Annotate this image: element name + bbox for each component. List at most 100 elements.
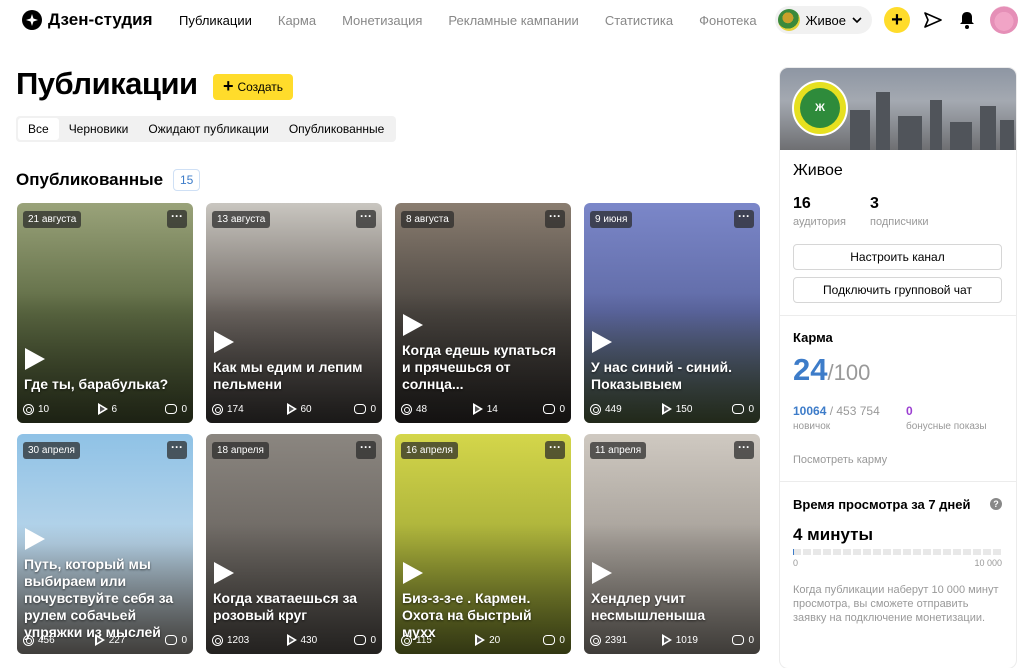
channel-avatar: [778, 9, 800, 31]
comments-count: 0: [370, 404, 376, 415]
nav-item-publications[interactable]: Публикации: [179, 13, 252, 28]
play-icon[interactable]: [592, 562, 612, 584]
more-options-button[interactable]: ···: [167, 441, 187, 459]
create-button[interactable]: + Создать: [213, 74, 293, 100]
more-options-button[interactable]: ···: [167, 210, 187, 228]
publication-card[interactable]: 16 апреля···Биз-з-з-е . Кармен. Охота на…: [395, 434, 571, 654]
more-options-button[interactable]: ···: [545, 210, 565, 228]
play-icon[interactable]: [25, 348, 45, 370]
publication-card[interactable]: 21 августа···Где ты, барабулька?1060: [17, 203, 193, 423]
publication-card[interactable]: 18 апреля···Когда хватаешься за розовый …: [206, 434, 382, 654]
add-button[interactable]: +: [884, 7, 910, 33]
views-stat: 2391: [590, 635, 627, 646]
page-title: Публикации: [16, 66, 198, 102]
nav-item-sound-library[interactable]: Фонотека: [699, 13, 756, 28]
connect-group-chat-button[interactable]: Подключить групповой чат: [793, 277, 1002, 303]
karma-score: 24: [793, 352, 827, 387]
comment-icon: [165, 404, 177, 414]
comments-count: 0: [181, 635, 187, 646]
publication-card[interactable]: 11 апреля···Хендлер учит несмышленыша239…: [584, 434, 760, 654]
card-stats: 1060: [23, 403, 187, 415]
nav-item-karma[interactable]: Карма: [278, 13, 316, 28]
notifications-button[interactable]: [956, 9, 978, 31]
channel-name: Живое: [793, 162, 843, 180]
plays-stat: 227: [95, 634, 126, 646]
tab-drafts[interactable]: Черновики: [59, 118, 139, 140]
tab-all[interactable]: Все: [18, 118, 59, 140]
bonus-value: 0: [906, 404, 913, 418]
more-options-button[interactable]: ···: [545, 441, 565, 459]
main-nav: Публикации Карма Монетизация Рекламные к…: [179, 13, 783, 28]
card-title[interactable]: У нас синий - синий. Показывыем: [591, 359, 754, 393]
card-stats: 456 227 0: [23, 634, 187, 646]
card-title[interactable]: Где ты, барабулька?: [24, 376, 187, 393]
comment-icon: [543, 635, 555, 645]
plays-count: 14: [487, 404, 498, 415]
novice-label: новичок: [793, 421, 830, 432]
eye-icon: [212, 404, 223, 415]
publication-card[interactable]: 30 апреля···Путь, который мы выбираем ил…: [17, 434, 193, 654]
help-icon[interactable]: ?: [990, 498, 1002, 510]
channel-panel: Ж Живое 16 аудитория 3 подписчики Настро…: [780, 68, 1016, 668]
card-title[interactable]: Путь, который мы выбираем или почувствуй…: [24, 556, 187, 641]
channel-switcher[interactable]: Живое: [775, 6, 873, 34]
divider: [780, 315, 1016, 316]
views-stat: 456: [23, 635, 55, 646]
nav-item-ad-campaigns[interactable]: Рекламные кампании: [448, 13, 578, 28]
plays-count: 150: [676, 404, 693, 415]
more-options-button[interactable]: ···: [356, 210, 376, 228]
karma-value: 24/100: [793, 352, 870, 388]
audience-value: 16: [793, 195, 811, 213]
karma-max: /100: [827, 360, 870, 385]
publication-card[interactable]: 9 июня···У нас синий - синий. Показывыем…: [584, 203, 760, 423]
novice-progress: 10064 / 453 754: [793, 404, 880, 418]
publication-card[interactable]: 13 августа···Как мы едим и лепим пельмен…: [206, 203, 382, 423]
watch-time-title: Время просмотра за 7 дней: [793, 497, 971, 512]
subscribers-label: подписчики: [870, 216, 929, 228]
create-button-label: Создать: [237, 80, 283, 94]
play-icon[interactable]: [214, 331, 234, 353]
views-count: 174: [227, 404, 244, 415]
top-bar: Дзен-студия Публикации Карма Монетизация…: [0, 0, 1024, 42]
plus-icon: +: [891, 10, 903, 30]
publication-card[interactable]: 8 августа···Когда едешь купаться и пряче…: [395, 203, 571, 423]
view-karma-link[interactable]: Посмотреть карму: [793, 454, 887, 466]
card-stats: 115200: [401, 634, 565, 646]
eye-icon: [23, 404, 34, 415]
tab-published[interactable]: Опубликованные: [279, 118, 395, 140]
plays-icon: [662, 634, 672, 646]
send-button[interactable]: [922, 9, 944, 31]
play-icon[interactable]: [403, 562, 423, 584]
setup-channel-button[interactable]: Настроить канал: [793, 244, 1002, 270]
nav-item-monetization[interactable]: Монетизация: [342, 13, 422, 28]
plays-count: 227: [109, 635, 126, 646]
card-title[interactable]: Когда едешь купаться и прячешься от солн…: [402, 342, 565, 393]
user-avatar[interactable]: [990, 6, 1018, 34]
play-icon[interactable]: [403, 314, 423, 336]
plays-count: 430: [301, 635, 318, 646]
play-icon[interactable]: [214, 562, 234, 584]
plays-icon: [475, 634, 485, 646]
card-title[interactable]: Хендлер учит несмышленыша: [591, 590, 754, 624]
nav-item-statistics[interactable]: Статистика: [605, 13, 673, 28]
comments-count: 0: [748, 635, 754, 646]
more-options-button[interactable]: ···: [734, 210, 754, 228]
tab-scheduled[interactable]: Ожидают публикации: [138, 118, 278, 140]
more-options-button[interactable]: ···: [734, 441, 754, 459]
play-icon[interactable]: [592, 331, 612, 353]
views-stat: 1203: [212, 635, 249, 646]
more-options-button[interactable]: ···: [356, 441, 376, 459]
plays-stat: 20: [475, 634, 500, 646]
bell-icon: [959, 11, 975, 29]
plays-icon: [98, 403, 108, 415]
card-title[interactable]: Как мы едим и лепим пельмени: [213, 359, 376, 393]
views-count: 48: [416, 404, 427, 415]
card-stats: 48140: [401, 403, 565, 415]
card-title[interactable]: Когда хватаешься за розовый круг: [213, 590, 376, 624]
logo[interactable]: Дзен-студия: [22, 10, 153, 30]
eye-icon: [590, 404, 601, 415]
plays-stat: 150: [662, 403, 693, 415]
subscribers-value: 3: [870, 195, 879, 213]
play-icon[interactable]: [25, 528, 45, 550]
comment-icon: [543, 404, 555, 414]
